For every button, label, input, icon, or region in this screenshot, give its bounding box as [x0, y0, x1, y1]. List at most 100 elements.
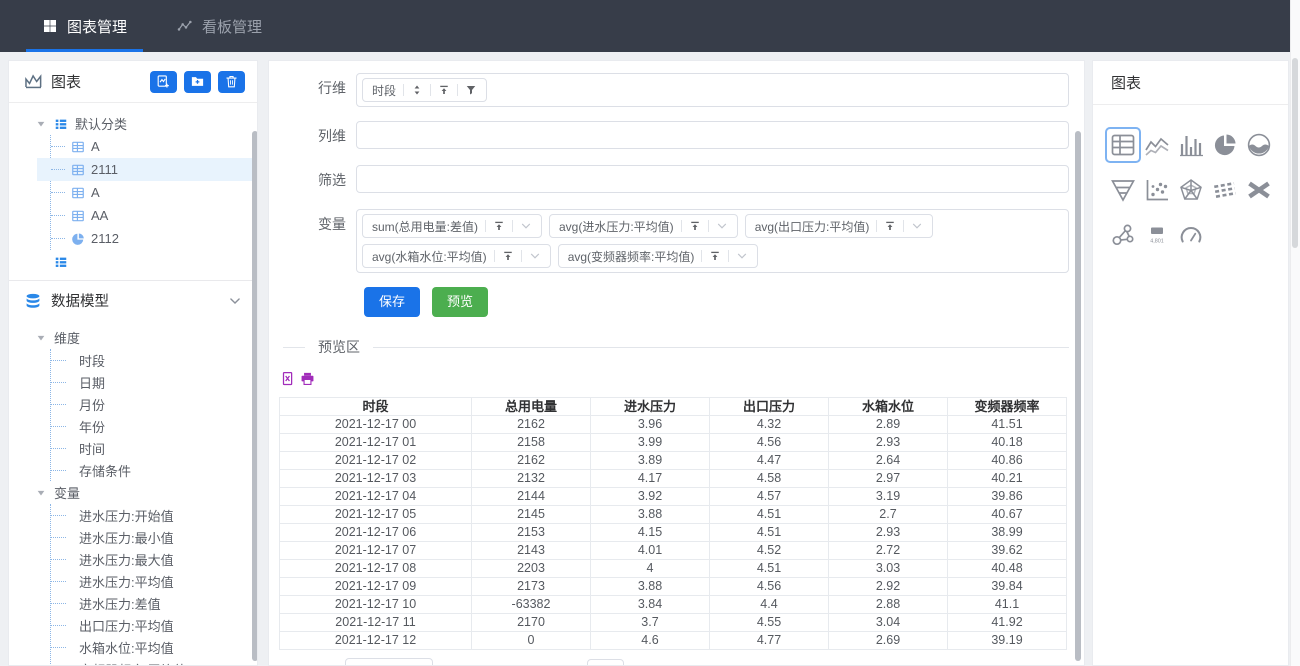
table-cell: 4.51: [710, 560, 829, 578]
top-navbar: 图表管理 看板管理: [0, 0, 1290, 52]
table-cell: 39.19: [948, 632, 1067, 650]
pagination-total: 共 13 条: [281, 662, 329, 666]
measure-chip[interactable]: sum(总用电量:差值): [362, 214, 542, 238]
preview-button[interactable]: 预览: [432, 287, 488, 317]
tree-item-chart[interactable]: AA: [51, 204, 257, 227]
measure-chip[interactable]: avg(水箱水位:平均值): [362, 244, 551, 268]
data-model-field[interactable]: 年份: [51, 415, 257, 437]
chip-label: avg(变频器频率:平均值): [568, 248, 695, 265]
table-cell: 40.18: [948, 434, 1067, 452]
data-model-field[interactable]: 进水压力:开始值: [51, 504, 257, 526]
chevron-down-icon[interactable]: [716, 220, 728, 232]
chevron-down-icon[interactable]: [736, 250, 748, 262]
sort-icon[interactable]: [411, 84, 423, 96]
table-cell: 3.84: [591, 596, 710, 614]
data-model-group[interactable]: 维度: [9, 326, 257, 349]
page-size-select[interactable]: 30条/页: [345, 658, 433, 666]
save-button[interactable]: 保存: [364, 287, 420, 317]
filter-input[interactable]: [356, 165, 1069, 193]
data-model-field[interactable]: 时段: [51, 349, 257, 371]
data-model-field[interactable]: 水箱水位:平均值: [51, 636, 257, 658]
bar-chart-icon: [1178, 132, 1204, 158]
nav-tab-2[interactable]: 看板管理: [165, 0, 274, 52]
tree-category[interactable]: [9, 250, 257, 273]
chart-type-card-chart[interactable]: 4,801: [1141, 219, 1173, 251]
chevron-down-icon[interactable]: [911, 220, 923, 232]
chart-type-parallel-chart[interactable]: [1209, 174, 1241, 206]
page-scrollbar[interactable]: [1290, 0, 1300, 666]
gauge-chart-icon: [1178, 222, 1204, 248]
tree-item-chart[interactable]: A: [51, 181, 257, 204]
caret-down-icon[interactable]: [36, 488, 46, 498]
chart-type-bar-chart[interactable]: [1175, 129, 1207, 161]
align-top-icon[interactable]: [438, 84, 450, 96]
caret-down-icon[interactable]: [36, 119, 46, 129]
table-column-header: 总用电量: [472, 398, 591, 416]
add-chart-button[interactable]: [150, 71, 177, 93]
chart-type-radar-chart[interactable]: [1175, 174, 1207, 206]
data-model-field[interactable]: 进水压力:平均值: [51, 570, 257, 592]
chart-type-cross-chart[interactable]: [1243, 174, 1275, 206]
data-model-field[interactable]: 进水压力:差值: [51, 592, 257, 614]
data-model-field[interactable]: 时间: [51, 437, 257, 459]
data-model-field[interactable]: 变频器频率:平均值: [51, 658, 257, 666]
data-model-group[interactable]: 变量: [9, 481, 257, 504]
chart-type-relation-chart[interactable]: [1107, 219, 1139, 251]
goto-page-input[interactable]: [587, 659, 624, 666]
dimension-chip[interactable]: 时段: [362, 78, 487, 102]
data-model-field[interactable]: 存储条件: [51, 459, 257, 481]
align-top-icon[interactable]: [502, 250, 514, 262]
chart-type-scatter-chart[interactable]: [1141, 174, 1173, 206]
table-cell: 4.32: [710, 416, 829, 434]
table-cell: 3.19: [829, 488, 948, 506]
align-top-icon[interactable]: [689, 220, 701, 232]
chart-type-gauge-chart[interactable]: [1175, 219, 1207, 251]
measure-chip[interactable]: avg(出口压力:平均值): [745, 214, 934, 238]
data-model-tree: 维度时段日期月份年份时间存储条件变量进水压力:开始值进水压力:最小值进水压力:最…: [9, 320, 257, 666]
data-model-field[interactable]: 日期: [51, 371, 257, 393]
left-panel-scrollbar[interactable]: [252, 131, 258, 661]
nav-tab-1[interactable]: 图表管理: [30, 0, 139, 52]
tree-item-chart[interactable]: 2112: [51, 227, 257, 250]
data-model-field[interactable]: 月份: [51, 393, 257, 415]
measure-chip[interactable]: avg(变频器频率:平均值): [558, 244, 759, 268]
category-icon: [54, 117, 68, 131]
excel-export-icon[interactable]: [281, 371, 296, 386]
table-row: 2021-12-17 0321324.174.582.9740.21: [280, 470, 1067, 488]
chevron-down-icon[interactable]: [529, 250, 541, 262]
nav-tab-label: 看板管理: [202, 16, 262, 37]
measure-chip[interactable]: avg(进水压力:平均值): [549, 214, 738, 238]
data-model-field[interactable]: 进水压力:最小值: [51, 526, 257, 548]
chart-type-funnel-chart[interactable]: [1107, 174, 1139, 206]
align-top-icon[interactable]: [493, 220, 505, 232]
chart-type-liquid-chart[interactable]: [1243, 129, 1275, 161]
funnel-icon[interactable]: [465, 84, 477, 96]
chevron-down-icon[interactable]: [520, 220, 532, 232]
data-model-header[interactable]: 数据模型: [9, 280, 257, 320]
chevron-down-icon[interactable]: [228, 294, 242, 308]
table-cell: 4: [591, 560, 710, 578]
chart-type-line-chart[interactable]: [1141, 129, 1173, 161]
print-icon[interactable]: [300, 371, 315, 386]
table-cell: 3.92: [591, 488, 710, 506]
center-panel-scrollbar[interactable]: [1075, 131, 1081, 661]
row-dimension-input[interactable]: 时段: [356, 73, 1069, 107]
chart-type-grid: 4,801: [1093, 105, 1288, 251]
line-chart-icon: [1144, 132, 1170, 158]
chart-type-pie-chart[interactable]: [1209, 129, 1241, 161]
delete-button[interactable]: [218, 71, 245, 93]
tree-item-chart[interactable]: A: [51, 135, 257, 158]
data-model-field[interactable]: 出口压力:平均值: [51, 614, 257, 636]
data-model-field[interactable]: 进水压力:最大值: [51, 548, 257, 570]
chip-label: sum(总用电量:差值): [372, 218, 478, 235]
measures-input[interactable]: sum(总用电量:差值) avg(进水压力:平均值) avg(出口压力:平均值) av…: [356, 209, 1069, 273]
caret-down-icon[interactable]: [36, 333, 46, 343]
add-folder-button[interactable]: [184, 71, 211, 93]
tree-item-chart[interactable]: 2111: [51, 158, 257, 181]
chart-type-table-chart[interactable]: [1107, 129, 1139, 161]
align-top-icon[interactable]: [884, 220, 896, 232]
col-dimension-input[interactable]: [356, 121, 1069, 149]
tree-category[interactable]: 默认分类: [9, 112, 257, 135]
align-top-icon[interactable]: [709, 250, 721, 262]
page-scrollbar-thumb[interactable]: [1292, 58, 1298, 248]
